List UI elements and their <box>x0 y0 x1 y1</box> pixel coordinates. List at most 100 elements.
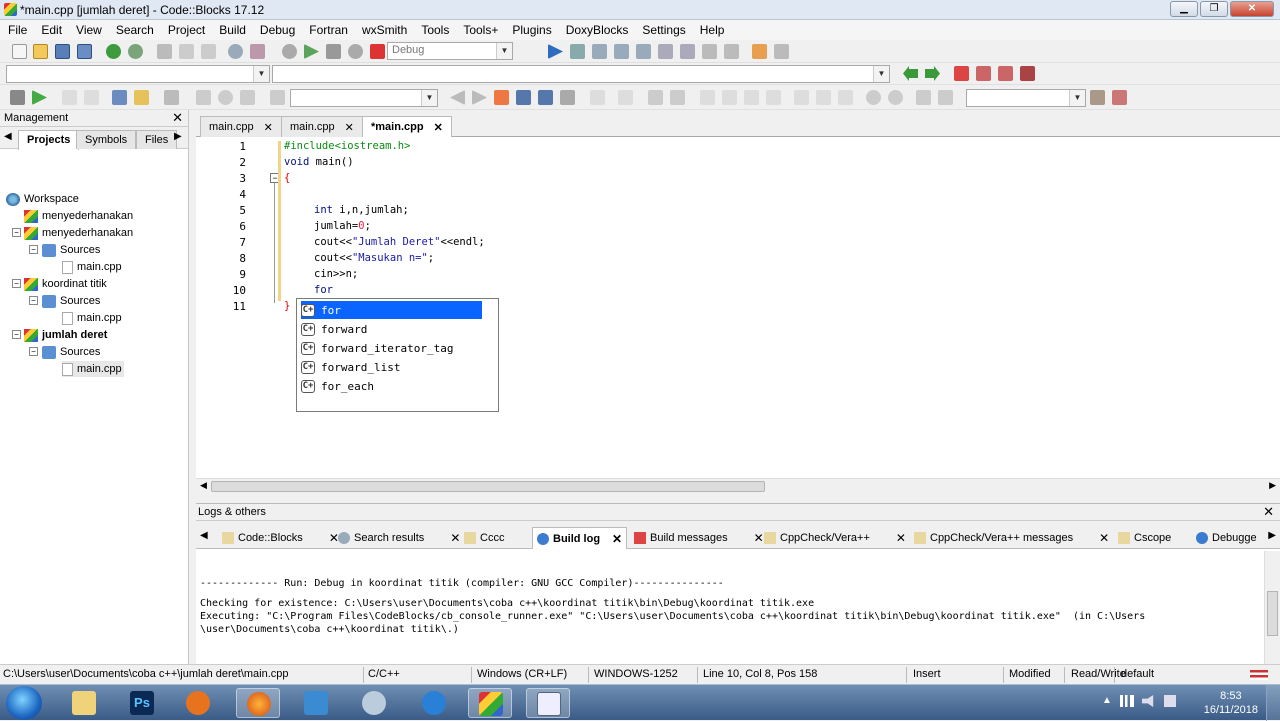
close-icon[interactable]: ✕ <box>1263 504 1274 520</box>
refresh-icon[interactable] <box>938 90 953 105</box>
autocomplete-item[interactable]: C+ for_each <box>301 377 374 395</box>
taskbar-firefox[interactable] <box>236 688 280 718</box>
tab-scroll-left-icon[interactable]: ◀ <box>200 530 208 541</box>
clock[interactable]: 8:53 16/11/2018 <box>1204 689 1258 717</box>
menu-tools[interactable]: Tools <box>421 23 449 37</box>
build-gear-icon[interactable] <box>282 44 297 59</box>
menu-file[interactable]: File <box>8 23 27 37</box>
abort-icon[interactable] <box>370 44 385 59</box>
bookmark-next-icon[interactable] <box>998 66 1013 81</box>
layout-5-icon[interactable] <box>794 90 809 105</box>
function-select[interactable]: ▼ <box>272 65 890 83</box>
tab-cppcheck-messages[interactable]: CppCheck/Vera++ messages ✕ <box>910 527 1113 549</box>
logs-vertical-scrollbar[interactable] <box>1264 551 1280 666</box>
tab-main-cpp-1[interactable]: main.cpp ✕ <box>200 116 282 137</box>
autocomplete-item[interactable]: C+ forward <box>301 320 367 338</box>
next-line-icon[interactable] <box>592 44 607 59</box>
scrollbar-thumb[interactable] <box>211 481 765 492</box>
close-icon[interactable]: ✕ <box>896 531 906 545</box>
settings-tool-icon[interactable] <box>1112 90 1127 105</box>
expand-toggle-icon[interactable]: − <box>12 228 21 237</box>
selected-text-icon[interactable] <box>516 90 531 105</box>
menu-doxyblocks[interactable]: DoxyBlocks <box>566 23 629 37</box>
rect-icon[interactable] <box>618 90 633 105</box>
tab-debugger[interactable]: Debugge <box>1192 527 1261 549</box>
run-icon[interactable] <box>304 44 319 59</box>
next-icon[interactable] <box>240 90 255 105</box>
close-icon[interactable]: ✕ <box>1099 531 1109 545</box>
tab-build-messages[interactable]: Build messages ✕ <box>630 527 768 549</box>
close-icon[interactable]: ✕ <box>612 532 622 546</box>
taskbar-photoshop[interactable]: Ps <box>120 688 164 718</box>
autocomplete-item[interactable]: C+ forward_list <box>301 358 400 376</box>
build-run-icon[interactable] <box>326 44 341 59</box>
tool-icon[interactable] <box>670 90 685 105</box>
tree-folder-sources[interactable]: Sources <box>42 293 100 309</box>
tab-cppcheck[interactable]: CppCheck/Vera++ ✕ <box>760 527 910 549</box>
close-icon[interactable]: ✕ <box>264 121 273 134</box>
expand-toggle-icon[interactable]: − <box>29 347 38 356</box>
find-icon[interactable] <box>228 44 243 59</box>
uncomment-icon[interactable] <box>84 90 99 105</box>
tree-file-main-cpp[interactable]: main.cpp <box>62 259 122 275</box>
menu-debug[interactable]: Debug <box>260 23 295 37</box>
editor-horizontal-scrollbar[interactable]: ◀ ▶ <box>196 478 1280 493</box>
step-instruction-icon[interactable] <box>680 44 695 59</box>
close-icon[interactable]: ✕ <box>450 531 460 545</box>
volume-icon[interactable] <box>1142 695 1154 707</box>
paste-icon[interactable] <box>201 44 216 59</box>
menu-settings[interactable]: Settings <box>642 23 685 37</box>
back-arrow-icon[interactable] <box>903 66 918 81</box>
s-icon[interactable] <box>916 90 931 105</box>
action-center-icon[interactable] <box>1164 695 1176 707</box>
zoom-out-icon[interactable] <box>888 90 903 105</box>
dot-icon[interactable] <box>218 90 233 105</box>
layout-4-icon[interactable] <box>766 90 781 105</box>
build-target-select[interactable]: Debug ▼ <box>387 42 513 60</box>
tree-workspace[interactable]: Workspace <box>6 191 79 207</box>
expand-toggle-icon[interactable]: − <box>29 245 38 254</box>
open-folder-icon[interactable] <box>33 44 48 59</box>
scroll-left-icon[interactable]: ◀ <box>200 480 207 491</box>
wrench-icon[interactable] <box>164 90 179 105</box>
cursor-icon[interactable] <box>590 90 605 105</box>
scroll-right-icon[interactable]: ▶ <box>1269 480 1276 491</box>
menu-build[interactable]: Build <box>219 23 246 37</box>
tab-scroll-left-icon[interactable]: ◀ <box>4 131 12 142</box>
tab-files[interactable]: Files <box>136 130 178 149</box>
tab-codeblocks-log[interactable]: Code::Blocks ✕ <box>218 527 343 549</box>
prev-icon[interactable] <box>196 90 211 105</box>
taskbar-internet-explorer[interactable] <box>412 688 456 718</box>
show-hidden-icons-icon[interactable]: ▲ <box>1102 695 1112 706</box>
regex-icon[interactable] <box>560 90 575 105</box>
tree-folder-sources[interactable]: Sources <box>42 344 100 360</box>
menu-fortran[interactable]: Fortran <box>309 23 348 37</box>
network-icon[interactable] <box>1120 695 1134 707</box>
taskbar-paint[interactable] <box>352 688 396 718</box>
tab-projects[interactable]: Projects <box>18 130 80 150</box>
find-prev-icon[interactable] <box>450 90 465 105</box>
bookmark-prev-icon[interactable] <box>976 66 991 81</box>
find-next-icon[interactable] <box>472 90 487 105</box>
close-button[interactable]: ✕ <box>1230 1 1274 17</box>
search-symbol-icon[interactable] <box>1090 90 1105 105</box>
copy-icon[interactable] <box>179 44 194 59</box>
maximize-button[interactable]: ❐ <box>1200 1 1228 17</box>
run-to-cursor-icon[interactable] <box>570 44 585 59</box>
tab-scroll-right-icon[interactable]: ▶ <box>174 131 182 142</box>
menu-wxsmith[interactable]: wxSmith <box>362 23 407 37</box>
menu-tools-plus[interactable]: Tools+ <box>463 23 498 37</box>
tab-build-log[interactable]: Build log ✕ <box>532 527 628 549</box>
jump-icon[interactable] <box>32 90 47 105</box>
tab-scroll-right-icon[interactable]: ▶ <box>1268 530 1276 541</box>
tab-main-cpp-2[interactable]: main.cpp ✕ <box>281 116 363 137</box>
tree-project-koordinat-titik[interactable]: koordinat titik <box>24 276 107 292</box>
image-icon[interactable] <box>648 90 663 105</box>
layout-6-icon[interactable] <box>816 90 831 105</box>
stop-debug-icon[interactable] <box>724 44 739 59</box>
tree-project-menyederhanakan-1[interactable]: menyederhanakan <box>24 208 133 224</box>
close-icon[interactable]: ✕ <box>172 110 183 126</box>
step-into-icon[interactable] <box>614 44 629 59</box>
next-instruction-icon[interactable] <box>658 44 673 59</box>
highlight-icon[interactable] <box>494 90 509 105</box>
